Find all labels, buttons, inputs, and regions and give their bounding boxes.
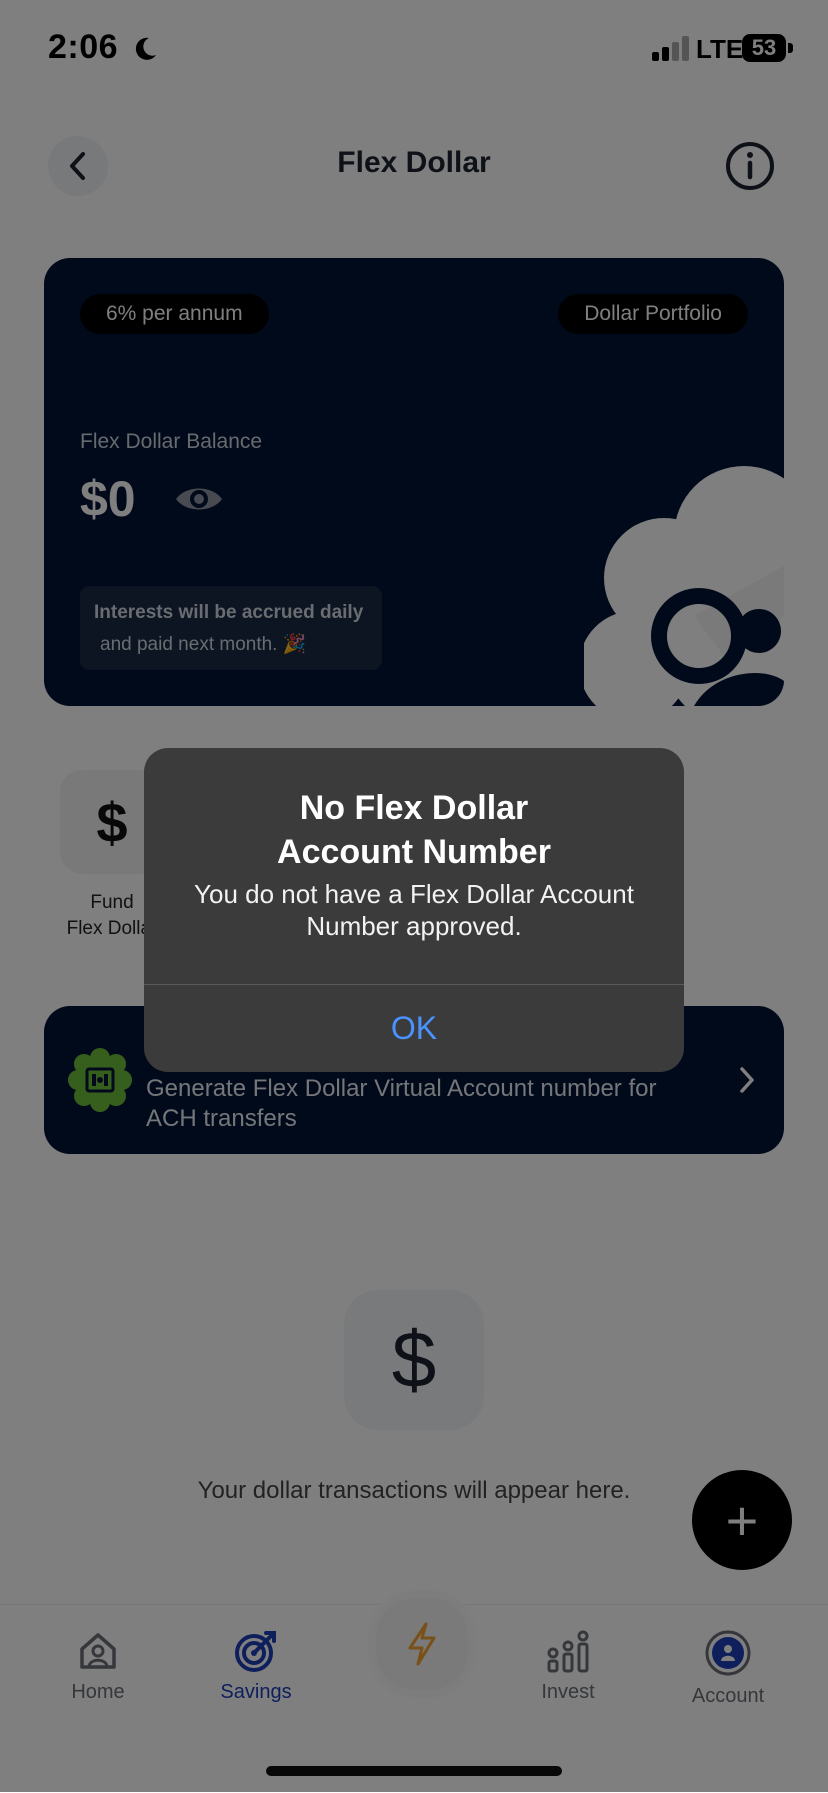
alert-title: No Flex Dollar Account Number bbox=[144, 786, 684, 874]
alert-message: You do not have a Flex Dollar Account Nu… bbox=[194, 879, 634, 941]
alert-title-line-2: Account Number bbox=[277, 833, 551, 871]
alert-title-line-1: No Flex Dollar bbox=[299, 789, 529, 827]
alert-dialog: No Flex Dollar Account Number You do not… bbox=[144, 748, 684, 1072]
ok-button[interactable]: OK bbox=[144, 985, 684, 1072]
